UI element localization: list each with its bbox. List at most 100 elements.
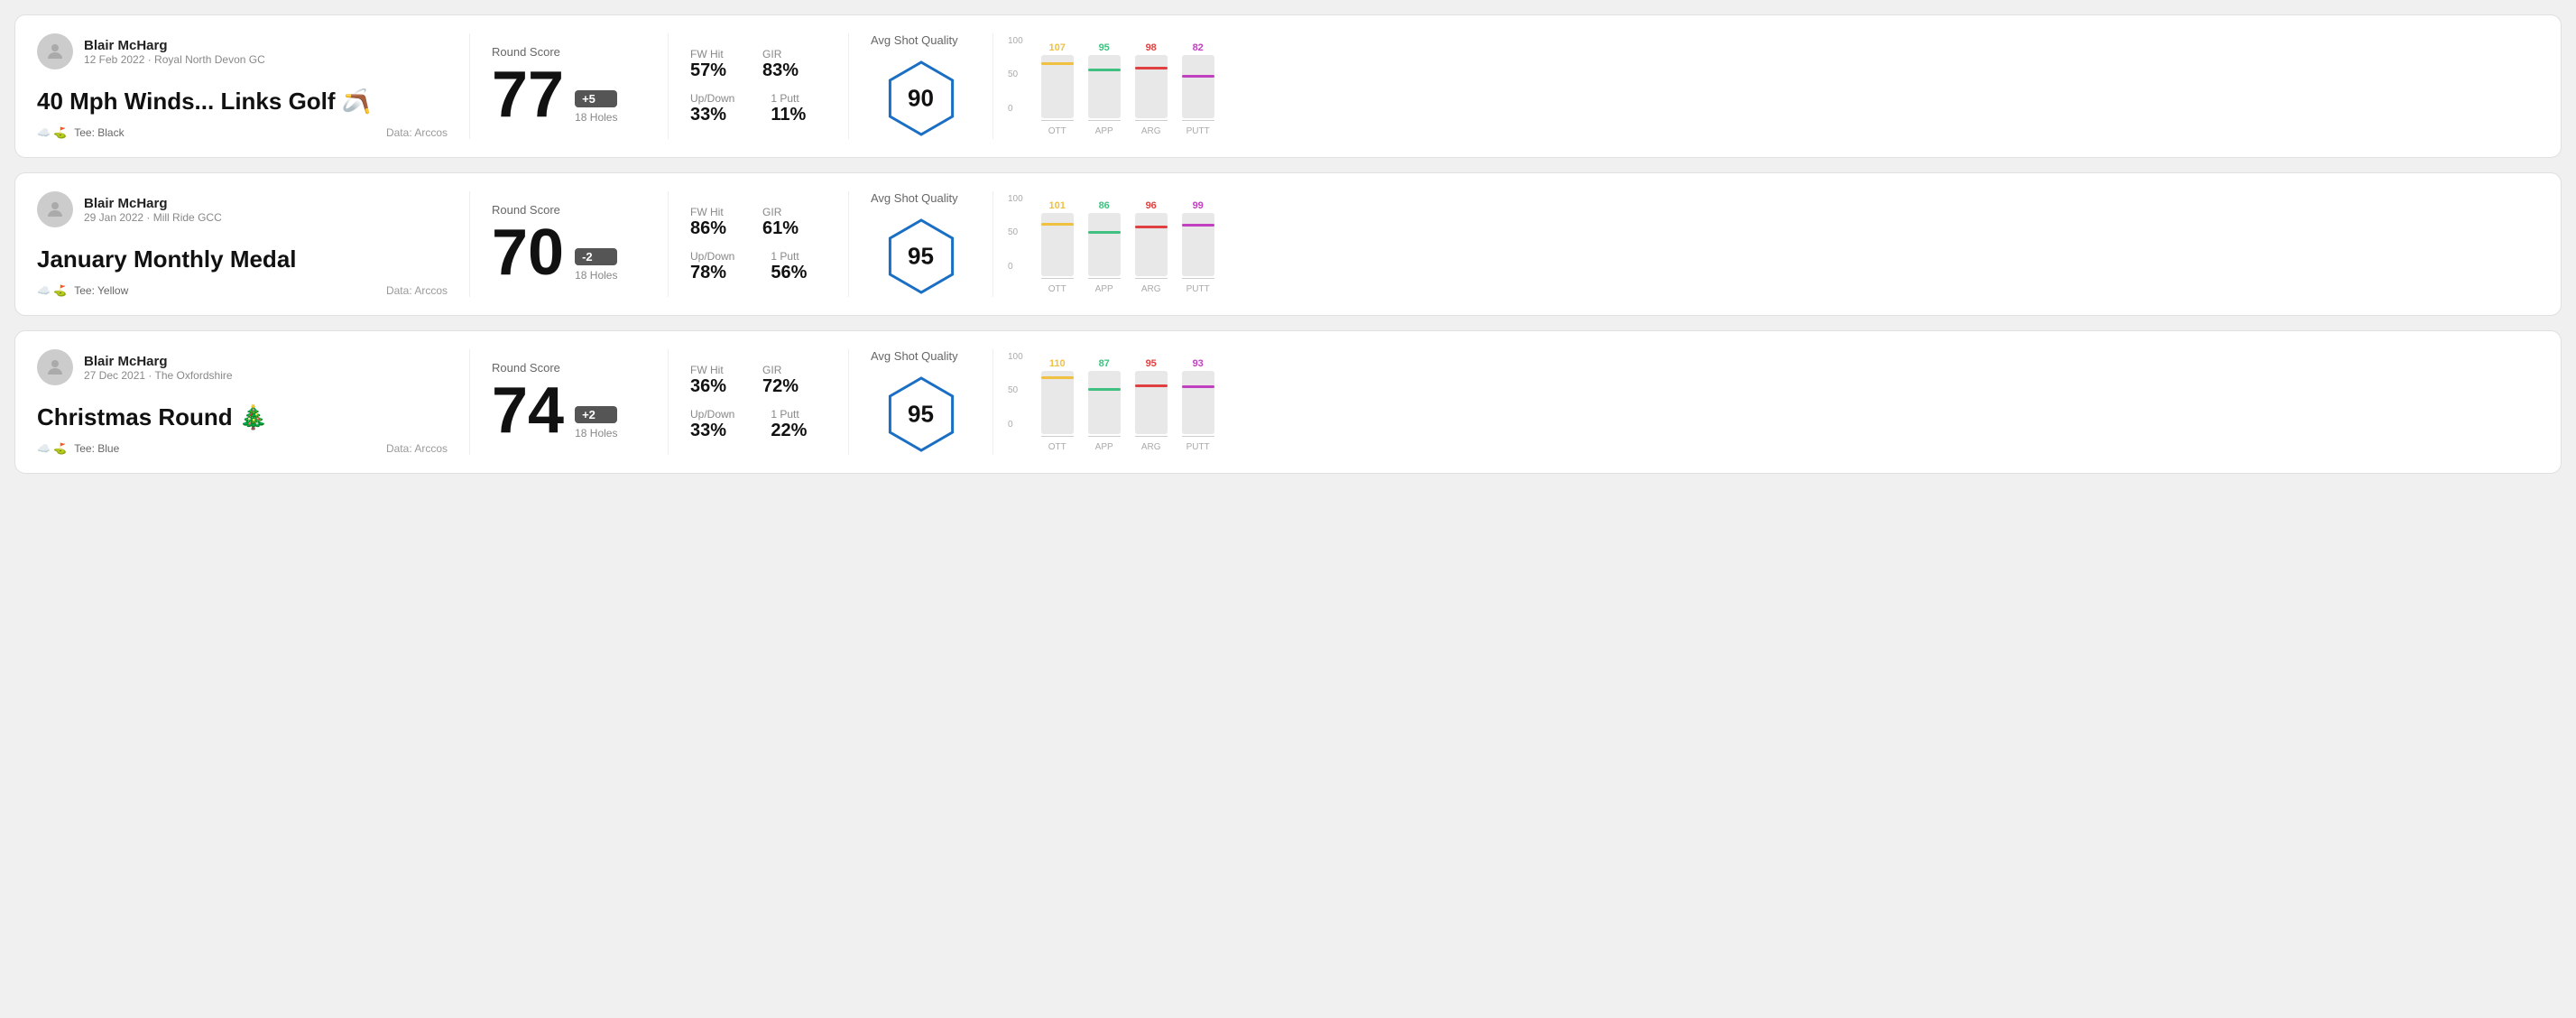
bar-group: 95APP [1088,42,1121,136]
bar-value: 99 [1193,200,1204,211]
player-info: Blair McHarg27 Dec 2021 · The Oxfordshir… [84,354,233,382]
bar-bg [1088,213,1121,276]
player-info: Blair McHarg12 Feb 2022 · Royal North De… [84,38,265,66]
round-score-label: Round Score [492,45,646,59]
tee-label: Tee: Black [74,126,124,139]
holes-label: 18 Holes [575,111,617,124]
bar-chart: 100500101OTT86APP96ARG99PUTT [1008,195,2525,294]
stat-label-one-putt: 1 Putt [771,92,806,105]
chart-baseline [1182,278,1214,279]
bar-group: 110OTT [1041,358,1074,452]
stats-row: FW Hit36%GIR72% [690,364,826,397]
stat-gir: GIR83% [762,48,799,81]
bar-wrapper [1135,371,1168,434]
chart-y-label: 0 [1008,105,1023,114]
bar-wrapper [1041,371,1074,434]
bar-label: OTT [1048,284,1066,294]
quality-label: Avg Shot Quality [871,33,958,47]
tee-info: ☁️ ⛳ Tee: Blue Data: Arccos [37,442,448,455]
bar-bg [1182,213,1214,276]
bar-marker [1135,226,1168,228]
bar-bg [1135,55,1168,118]
round-card: Blair McHarg29 Jan 2022 · Mill Ride GCC J… [14,172,2562,316]
stat-value-up-down: 33% [690,105,734,125]
score-row: 74+218 Holes [492,378,646,443]
bar-group: 93PUTT [1182,358,1214,452]
bar-group: 87APP [1088,358,1121,452]
bar-marker [1041,223,1074,226]
bar-value: 98 [1146,42,1157,53]
score-badge-col: -218 Holes [575,248,617,285]
bar-wrapper [1182,213,1214,276]
stat-value-fw-hit: 57% [690,60,726,81]
round-title[interactable]: January Monthly Medal [37,245,448,273]
stat-value-gir: 72% [762,376,799,397]
round-card: Blair McHarg27 Dec 2021 · The Oxfordshir… [14,330,2562,474]
tee-icons: ☁️ ⛳ [37,442,67,455]
bar-marker [1041,62,1074,65]
hexagon-container: 90 [881,58,962,139]
hexagon-score: 90 [908,85,934,113]
round-title[interactable]: 40 Mph Winds... Links Golf 🪃 [37,88,448,116]
tee-icons: ☁️ ⛳ [37,284,67,297]
bar-marker [1041,376,1074,379]
chart-baseline [1135,278,1168,279]
player-header: Blair McHarg12 Feb 2022 · Royal North De… [37,33,448,69]
tee-icons: ☁️ ⛳ [37,126,67,139]
chart-y-label: 100 [1008,353,1023,362]
chart-y-label: 50 [1008,228,1023,237]
stat-label-one-putt: 1 Putt [771,250,807,263]
stat-label-one-putt: 1 Putt [771,408,807,421]
bar-group: 86APP [1088,200,1121,294]
stats-section: FW Hit86%GIR61%Up/Down78%1 Putt56% [669,191,849,297]
tee-label: Tee: Blue [74,442,119,455]
stat-value-up-down: 78% [690,263,734,283]
stat-up-down: Up/Down33% [690,408,734,441]
chart-baseline [1041,278,1074,279]
bar-group: 107OTT [1041,42,1074,136]
score-badge-col: +518 Holes [575,90,617,127]
stat-up-down: Up/Down78% [690,250,734,283]
chart-section: 100500101OTT86APP96ARG99PUTT [993,191,2539,297]
chart-baseline [1088,278,1121,279]
avatar [37,349,73,385]
tee-info: ☁️ ⛳ Tee: Black Data: Arccos [37,126,448,139]
bar-marker [1182,75,1214,78]
player-info: Blair McHarg29 Jan 2022 · Mill Ride GCC [84,196,222,224]
score-badge: -2 [575,248,617,265]
bar-label: ARG [1141,442,1161,452]
quality-section: Avg Shot Quality 95 [849,191,993,297]
bar-bg [1041,371,1074,434]
chart-baseline [1135,120,1168,121]
bar-wrapper [1182,371,1214,434]
bar-marker [1088,388,1121,391]
data-source: Data: Arccos [386,442,448,455]
round-score-label: Round Score [492,203,646,217]
bar-value: 95 [1099,42,1110,53]
bar-group: 96ARG [1135,200,1168,294]
bar-wrapper [1135,213,1168,276]
stat-value-one-putt: 22% [771,421,807,441]
chart-baseline [1182,436,1214,437]
stat-label-up-down: Up/Down [690,92,734,105]
stats-row: Up/Down78%1 Putt56% [690,250,826,283]
chart-y-label: 50 [1008,386,1023,395]
bar-bg [1135,213,1168,276]
stat-one-putt: 1 Putt22% [771,408,807,441]
round-title[interactable]: Christmas Round 🎄 [37,403,448,431]
bar-label: PUTT [1186,126,1210,136]
bar-bg [1182,371,1214,434]
chart-y-label: 50 [1008,70,1023,79]
tee-info: ☁️ ⛳Tee: YellowData: Arccos [37,284,448,297]
bar-value: 82 [1193,42,1204,53]
chart-baseline [1041,436,1074,437]
bar-wrapper [1041,55,1074,118]
stats-section: FW Hit57%GIR83%Up/Down33%1 Putt11% [669,33,849,139]
bar-marker [1135,67,1168,69]
stats-row: FW Hit57%GIR83% [690,48,826,81]
bar-wrapper [1135,55,1168,118]
bar-label: OTT [1048,442,1066,452]
bar-wrapper [1182,55,1214,118]
data-source: Data: Arccos [386,126,448,139]
stats-row: Up/Down33%1 Putt11% [690,92,826,125]
